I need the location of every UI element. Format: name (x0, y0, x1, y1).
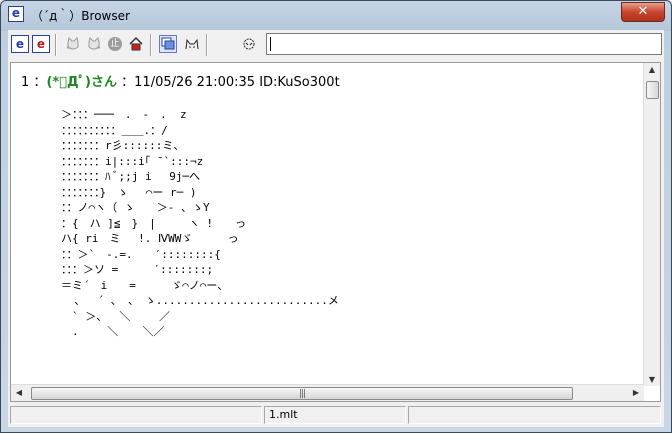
toolbar-separator (206, 34, 208, 56)
aa-line: ：：：：：：：：：：＿＿.：/ (61, 123, 168, 137)
browser-window: e （´д｀）Browser ✕ e e 止 1 ：(*ﾟДﾟ)さん ：11/0… (0, 0, 672, 433)
close-button[interactable]: ✕ (621, 2, 665, 22)
post-header: 1 ：(*ﾟДﾟ)さん ：11/05/26 21:00:35 ID:KuSo30… (21, 71, 340, 90)
text-caret (270, 37, 271, 51)
mona-button[interactable] (183, 35, 201, 53)
stop-button[interactable]: 止 (106, 35, 124, 53)
aa-line: ：：：：：：：r彡::::::ミ、 (61, 139, 185, 152)
aa-line: ハ{ ri ミ !. ⅣWWゞ っ (61, 232, 239, 245)
aa-line: ：{ ハ ]≦ } | ヽ ! っ (61, 216, 246, 230)
app-icon: e (8, 6, 24, 22)
post-author[interactable]: (*ﾟДﾟ)さん (46, 75, 117, 90)
home-button[interactable] (127, 35, 145, 53)
toolbar-separator (55, 34, 57, 56)
home-icon (129, 36, 143, 51)
post-separator: ： (121, 75, 135, 90)
vertical-scrollbar[interactable]: ▲ ▼ (643, 63, 660, 386)
scroll-right-arrow[interactable]: ▶ (628, 388, 644, 397)
title-bar[interactable]: e （´д｀）Browser ✕ (1, 1, 671, 29)
aa-line: 、 ´ 、 ､ ゝ..........................メ (61, 294, 339, 307)
open-thread-button[interactable]: e (32, 35, 50, 53)
client-area: e e 止 1 ：(*ﾟДﾟ)さん ：11/05/26 21:00:35 ID:… (8, 30, 664, 427)
window-title: （´д｀）Browser (31, 9, 130, 23)
toolbar-separator (150, 34, 152, 56)
forward-button[interactable] (85, 35, 103, 53)
aa-line: ：：：＞ソ = ′:::::::; (61, 263, 214, 276)
toolbar: e e 止 (8, 30, 664, 60)
vertical-scroll-thumb[interactable] (646, 81, 659, 99)
horizontal-scroll-thumb[interactable]: ||| (31, 387, 573, 400)
cat-face-icon (185, 38, 199, 50)
settings-icon (243, 38, 255, 50)
status-bar: 1.mlt (10, 406, 661, 424)
post-ascii-art: ＞：：：─── . - . z ：：：：：：：：：：＿＿.：/ ：：：：：：：r… (61, 107, 339, 340)
stop-icon: 止 (108, 37, 122, 51)
aa-line: ：：＞` -.=. ′::::::::{ (61, 247, 221, 261)
status-right (408, 406, 661, 424)
open-board-icon: e (15, 37, 25, 51)
status-file: 1.mlt (264, 406, 406, 424)
aa-line: ＞：：：─── . - . z (61, 108, 187, 121)
aa-line: ＝ミ´ i = ゞ⌒ノ⌒ー、 (61, 278, 229, 292)
aa-line: ：：ノ⌒ヽ（ ゝ ＞- 、ゝY (61, 201, 210, 214)
post-separator: ： (33, 75, 47, 90)
back-cat-icon (66, 37, 79, 50)
open-board-button[interactable]: e (11, 35, 29, 53)
view-toggle-button[interactable] (159, 35, 177, 53)
aa-line: ：：：：：：：i|:::i｢ ¯`:::¬z (61, 154, 204, 168)
scroll-left-arrow[interactable]: ◀ (11, 388, 27, 397)
aa-line: ：：：：：：：ﾊ ﾞ;;j i 9j─へ (61, 170, 201, 183)
post-datetime: 11/05/26 21:00:35 (134, 75, 256, 90)
open-thread-icon: e (36, 37, 46, 51)
monitor-icon (161, 37, 175, 50)
aa-line: ：：：：：：：} ゝ ⌒ー r─ ) (61, 185, 197, 199)
back-button[interactable] (64, 35, 82, 53)
status-left (10, 406, 262, 424)
post-id[interactable]: ID:KuSo300t (259, 75, 339, 90)
aa-line: . ＼ ＼／ (61, 325, 165, 338)
horizontal-scrollbar[interactable]: ◀ ||| ▶ (11, 384, 644, 401)
scroll-up-arrow[interactable]: ▲ (644, 65, 660, 74)
settings-button[interactable] (240, 35, 258, 53)
post-number[interactable]: 1 (21, 75, 29, 90)
aa-line: ` ＞、 ＼ ／ (61, 309, 170, 323)
address-input[interactable] (266, 33, 662, 55)
scroll-down-arrow[interactable]: ▼ (644, 375, 660, 384)
thread-view[interactable]: 1 ：(*ﾟДﾟ)さん ：11/05/26 21:00:35 ID:KuSo30… (10, 62, 661, 402)
forward-cat-icon (88, 37, 101, 50)
